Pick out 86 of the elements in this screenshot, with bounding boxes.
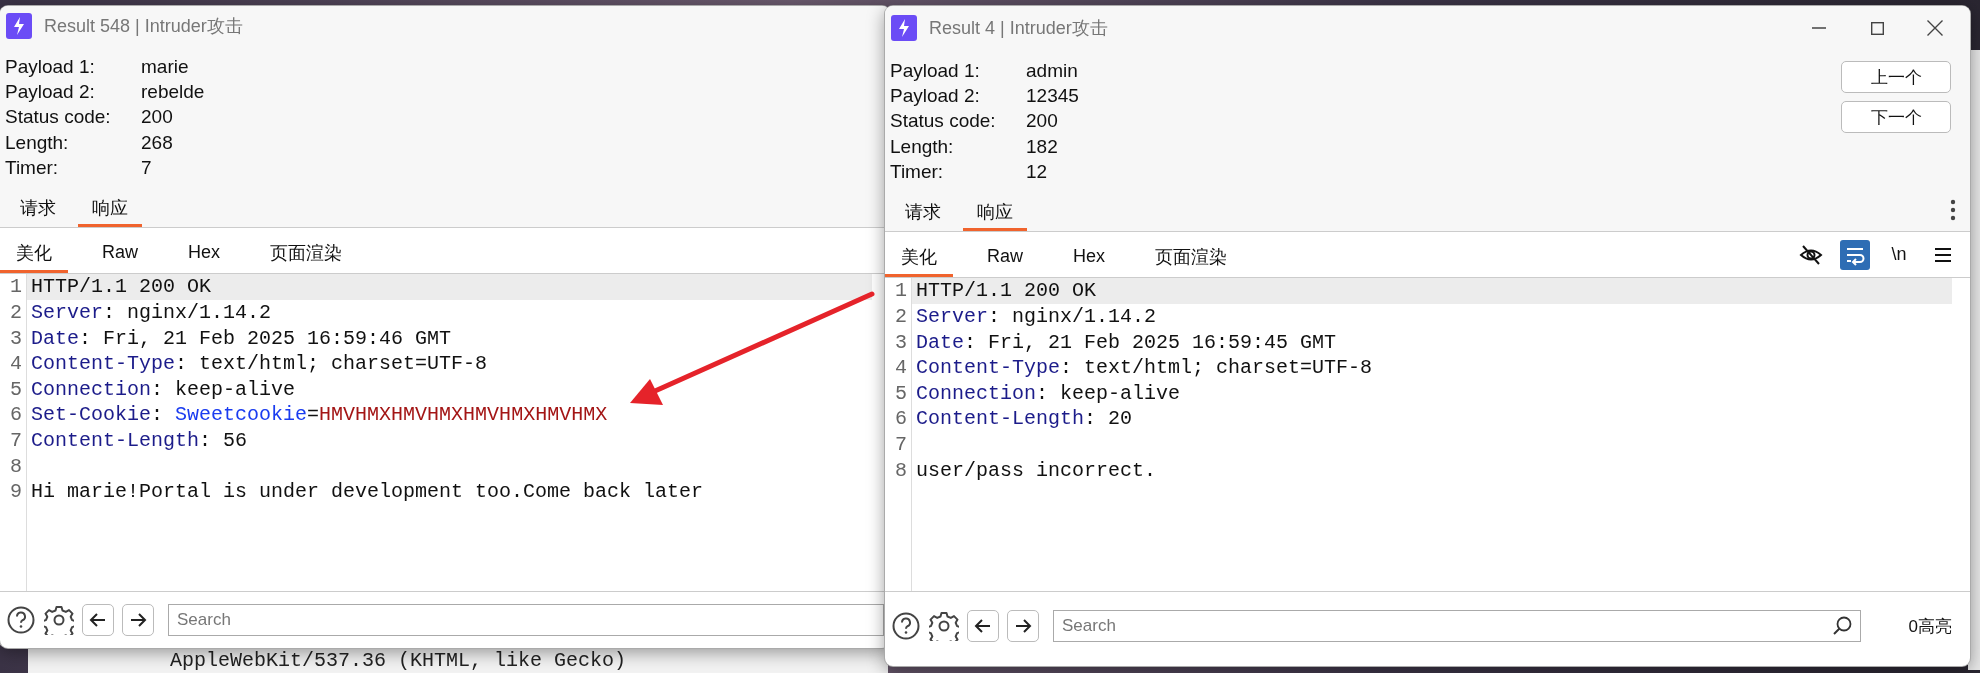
- line-number: 5: [9, 376, 23, 403]
- field-value: admin: [1026, 59, 1079, 82]
- search-field[interactable]: Search: [1053, 610, 1861, 642]
- field-value: 182: [1026, 135, 1059, 158]
- code-line: Date: Fri, 21 Feb 2025 16:59:45 GMT: [915, 329, 1338, 356]
- help-icon[interactable]: [891, 611, 921, 641]
- code-line: Server: nginx/1.14.2: [915, 304, 1158, 330]
- field-label: Payload 2:: [890, 84, 981, 107]
- line-number: 7: [9, 428, 23, 454]
- code-line: Date: Fri, 21 Feb 2025 16:59:46 GMT: [30, 325, 453, 352]
- window-title: Result 4 | Intruder攻击: [929, 17, 1108, 40]
- line-number: 9: [9, 479, 23, 505]
- field-value: 12345: [1026, 84, 1079, 107]
- code-line: Hi marie!Portal is under development too.Come back later: [30, 479, 705, 505]
- field-value: rebelde: [141, 80, 205, 103]
- wrap-toggle[interactable]: [1840, 240, 1870, 270]
- line-number: 4: [9, 351, 23, 377]
- field-label: Timer:: [5, 156, 60, 179]
- view-tab[interactable]: Raw: [86, 235, 154, 274]
- line-number: 3: [9, 325, 23, 352]
- field-label: Length:: [5, 131, 70, 154]
- view-tab[interactable]: 页面渲染: [254, 235, 359, 274]
- line-number: 5: [894, 380, 908, 407]
- more-icon[interactable]: [1950, 198, 1956, 223]
- forward-button[interactable]: [122, 604, 154, 636]
- code-line: Connection: keep-alive: [915, 380, 1182, 407]
- field-value: marie: [141, 55, 190, 78]
- line-number: 6: [894, 406, 908, 433]
- line-number: 1: [9, 274, 23, 301]
- code-line: Content-Length: 56: [30, 428, 249, 454]
- newline-toggle[interactable]: \n: [1884, 240, 1914, 270]
- window-title: Result 548 | Intruder攻击: [44, 15, 243, 38]
- highlight-count: 0高亮: [1908, 615, 1953, 638]
- maximize-icon: [1870, 21, 1884, 35]
- back-button[interactable]: [967, 610, 999, 642]
- tab[interactable]: 请求: [6, 191, 70, 228]
- field-label: Payload 1:: [5, 55, 96, 78]
- code-line: Connection: keep-alive: [30, 376, 297, 403]
- background-code-text: AppleWebKit/537.36 (KHTML, like Gecko): [170, 649, 627, 673]
- view-tab[interactable]: Hex: [1057, 239, 1122, 278]
- code-line: Server: nginx/1.14.2: [30, 300, 273, 326]
- code-line: Content-Type: text/html; charset=UTF-8: [915, 355, 1374, 381]
- view-tab[interactable]: Raw: [971, 239, 1039, 278]
- line-number: 8: [9, 453, 23, 480]
- code-line: Content-Type: text/html; charset=UTF-8: [30, 351, 489, 377]
- nav-button[interactable]: 上一个: [1841, 61, 1951, 93]
- line-number: 4: [894, 355, 908, 381]
- line-number: 2: [9, 300, 23, 326]
- tab[interactable]: 响应: [78, 191, 142, 228]
- field-value: 7: [141, 156, 153, 179]
- search-icon: [1831, 615, 1853, 636]
- field-value: 200: [141, 106, 174, 129]
- nav-button[interactable]: 下一个: [1841, 101, 1951, 133]
- field-label: Payload 1:: [890, 59, 981, 82]
- line-number: 3: [894, 329, 908, 356]
- field-label: Timer:: [890, 160, 945, 183]
- view-tab[interactable]: 页面渲染: [1139, 239, 1244, 278]
- field-label: Status code:: [5, 106, 112, 129]
- app-logo-icon: [6, 13, 32, 39]
- settings-icon[interactable]: [929, 611, 959, 641]
- minimize-icon: [1812, 27, 1826, 29]
- line-number: 2: [894, 304, 908, 330]
- tab[interactable]: 请求: [891, 195, 955, 232]
- forward-button[interactable]: [1007, 610, 1039, 642]
- field-label: Payload 2:: [5, 80, 96, 103]
- close-icon: [1927, 20, 1943, 36]
- field-value: 268: [141, 131, 174, 154]
- field-label: Length:: [890, 135, 955, 158]
- app-logo-icon: [891, 15, 917, 41]
- eye-slash-icon: [1799, 243, 1823, 267]
- code-line: Set-Cookie: Sweetcookie=HMVHMXHMVHMXHMVHMXHMVHMX: [30, 402, 609, 429]
- field-label: Status code:: [890, 110, 997, 133]
- help-icon[interactable]: [6, 605, 36, 635]
- view-tab[interactable]: Hex: [172, 235, 237, 274]
- back-button[interactable]: [82, 604, 114, 636]
- field-value: 200: [1026, 110, 1059, 133]
- field-value: 12: [1026, 160, 1049, 183]
- code-line: Content-Length: 20: [915, 406, 1134, 433]
- line-number: 1: [894, 278, 908, 305]
- line-number: 8: [894, 457, 908, 484]
- line-number: 7: [894, 432, 908, 458]
- line-number: 6: [9, 402, 23, 429]
- code-line: user/pass incorrect.: [915, 457, 1158, 484]
- settings-icon[interactable]: [44, 605, 74, 635]
- search-field[interactable]: Search: [168, 604, 884, 636]
- tab[interactable]: 响应: [963, 195, 1027, 232]
